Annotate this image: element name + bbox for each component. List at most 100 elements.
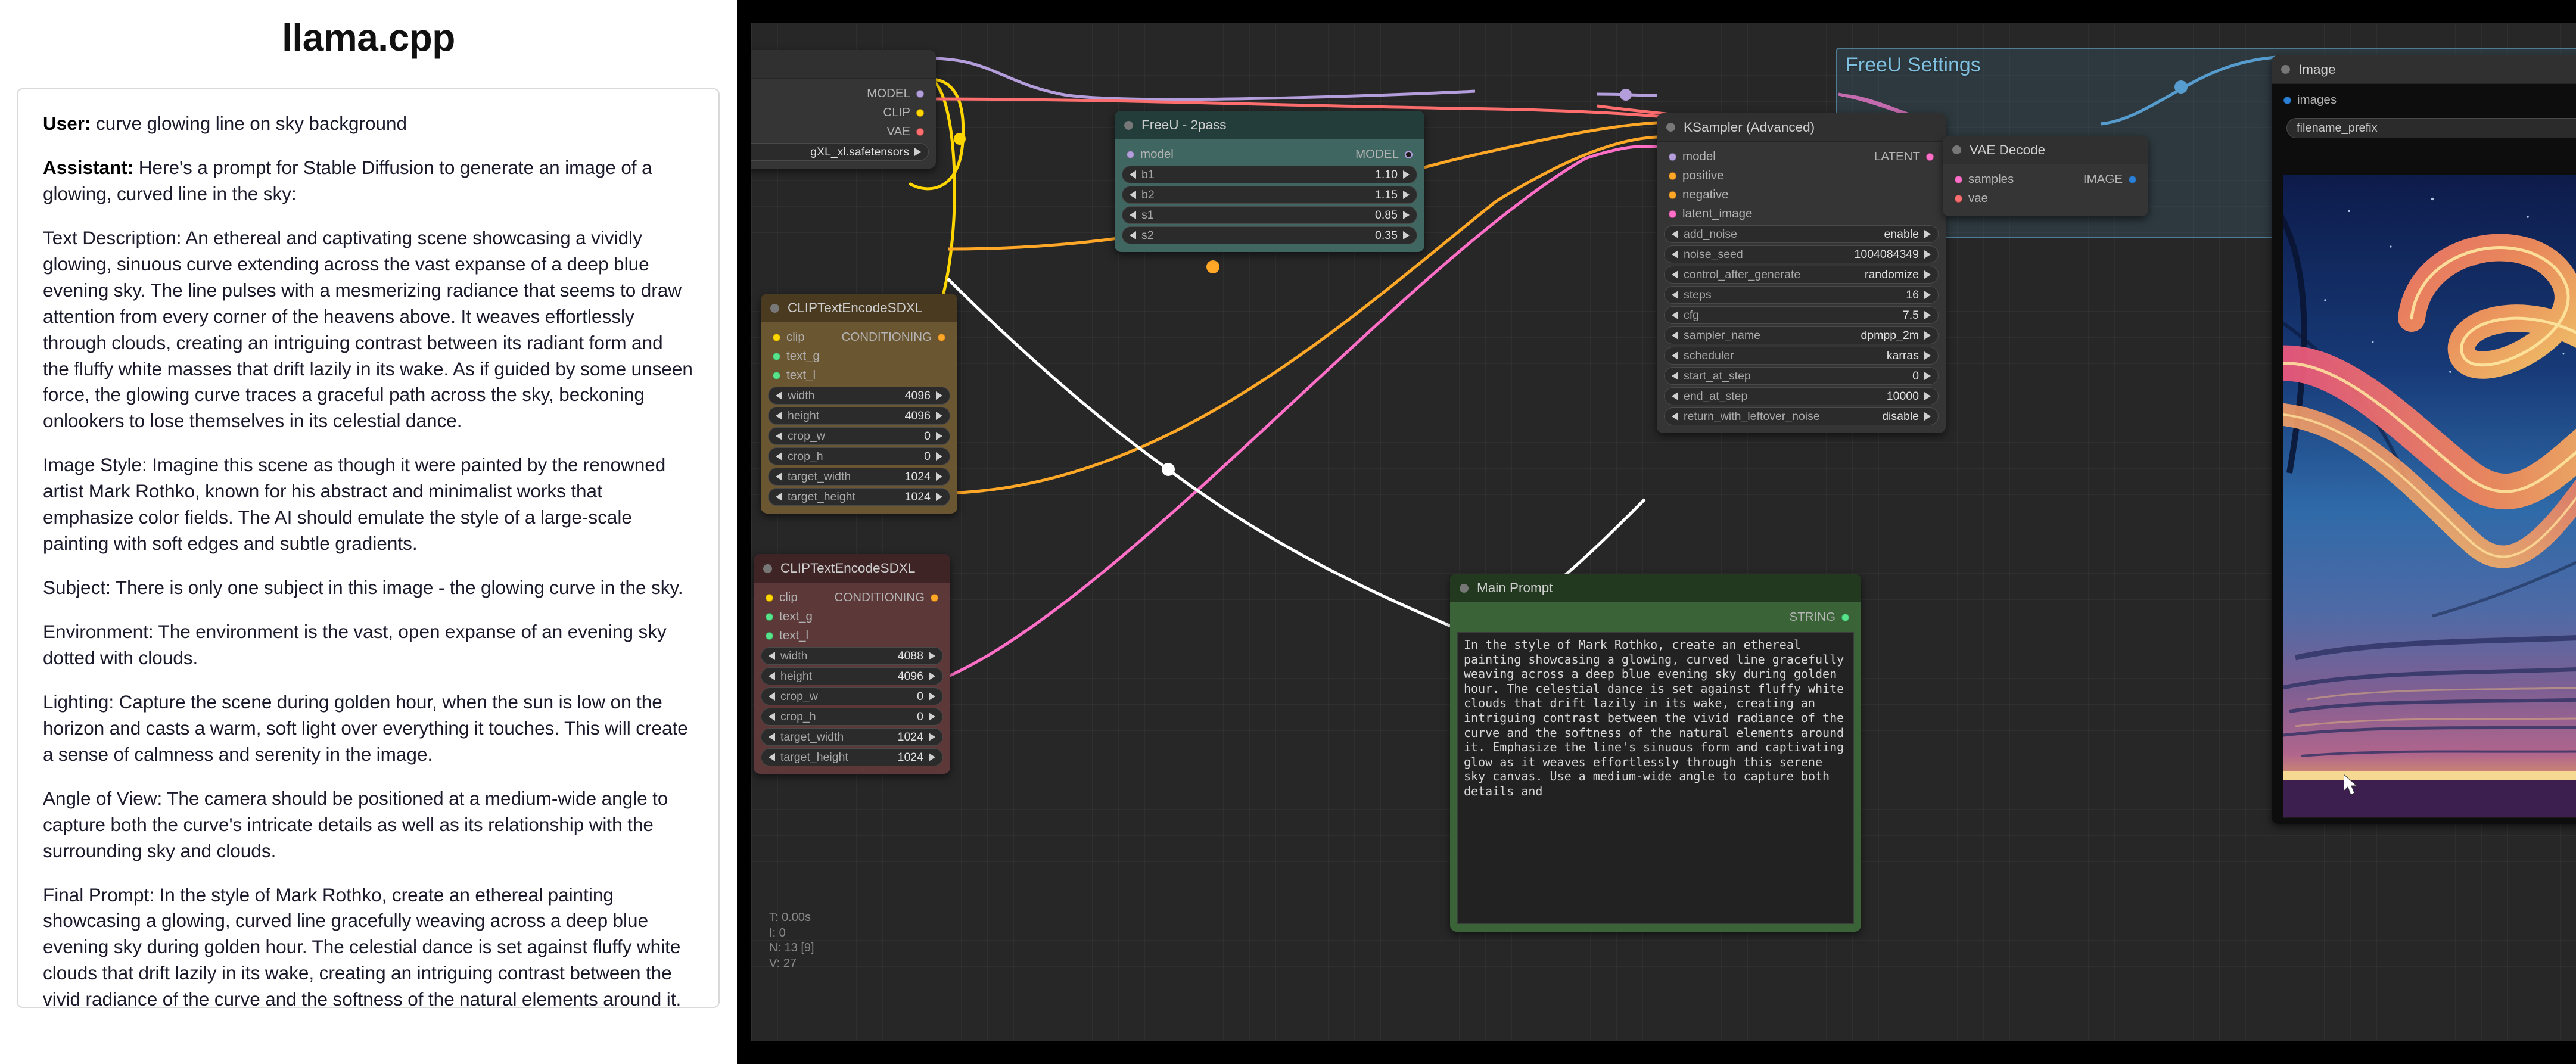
collapse-dot-icon[interactable]	[1124, 120, 1133, 130]
slot-row-clip[interactable]: clip CONDITIONING	[754, 589, 950, 606]
output-slot-clip[interactable]: CLIP	[751, 104, 936, 122]
slot-row-negative[interactable]: negative	[1657, 186, 1946, 204]
slot-row-latent-image[interactable]: latent_image	[1657, 205, 1946, 223]
widget-width[interactable]: width 4096	[768, 387, 950, 405]
port-input-vae[interactable]	[1955, 194, 1962, 203]
widget-steps[interactable]: steps 16	[1664, 286, 1939, 304]
decrement-arrow-icon[interactable]	[1672, 392, 1678, 400]
decrement-arrow-icon[interactable]	[1130, 231, 1136, 239]
node-ksampler-advanced[interactable]: KSampler (Advanced) model LATENT positiv…	[1657, 113, 1946, 433]
widget-crop-w[interactable]: crop_w 0	[761, 687, 943, 705]
node-main-prompt[interactable]: Main Prompt STRING In the style of Mark …	[1450, 574, 1861, 932]
node-freeu-2pass[interactable]: FreeU - 2pass model MODEL b1 1.10 b2 1.15	[1115, 111, 1424, 252]
slot-row-text-g[interactable]: text_g	[761, 347, 957, 365]
widget-sampler-name[interactable]: sampler_name dpmpp_2m	[1664, 326, 1939, 344]
increment-arrow-icon[interactable]	[1924, 412, 1931, 421]
port-input-images[interactable]	[2283, 96, 2291, 104]
slot-row-images[interactable]: images	[2272, 91, 2576, 109]
port-output-conditioning[interactable]	[938, 333, 945, 341]
port-input-latent-image[interactable]	[1669, 210, 1676, 218]
widget-b1[interactable]: b1 1.10	[1122, 166, 1417, 183]
widget-start-at-step[interactable]: start_at_step 0	[1664, 367, 1939, 385]
widget-target-height[interactable]: target_height 1024	[761, 748, 943, 766]
node-title-bar[interactable]: Main Prompt	[1450, 574, 1861, 602]
increment-arrow-icon[interactable]	[1403, 191, 1410, 199]
widget-ckpt-name[interactable]: gXL_xl.safetensors	[751, 143, 929, 161]
slot-row-positive[interactable]: positive	[1657, 167, 1946, 185]
port-input-samples[interactable]	[1955, 175, 1962, 183]
widget-scheduler[interactable]: scheduler karras	[1664, 347, 1939, 365]
port-input-positive[interactable]	[1669, 172, 1676, 180]
collapse-dot-icon[interactable]	[1952, 145, 1961, 154]
increment-arrow-icon[interactable]	[1403, 231, 1410, 239]
widget-crop-h[interactable]: crop_h 0	[768, 447, 950, 465]
decrement-arrow-icon[interactable]	[769, 672, 775, 680]
decrement-arrow-icon[interactable]	[776, 472, 782, 481]
widget-return-with-leftover-noise[interactable]: return_with_leftover_noise disable	[1664, 407, 1939, 425]
main-prompt-textarea[interactable]: In the style of Mark Rothko, create an e…	[1457, 632, 1854, 924]
widget-target-height[interactable]: target_height 1024	[768, 488, 950, 506]
collapse-dot-icon[interactable]	[763, 564, 772, 573]
decrement-arrow-icon[interactable]	[1672, 250, 1678, 259]
increment-arrow-icon[interactable]	[936, 472, 942, 481]
decrement-arrow-icon[interactable]	[1672, 331, 1678, 340]
generated-image-preview[interactable]	[2283, 175, 2576, 818]
increment-arrow-icon[interactable]	[936, 452, 942, 461]
slot-row-clip[interactable]: clip CONDITIONING	[761, 328, 957, 346]
node-title-bar[interactable]: KSampler (Advanced)	[1657, 113, 1946, 142]
port-input-text-g[interactable]	[773, 352, 780, 360]
node-title-bar[interactable]	[751, 50, 936, 79]
decrement-arrow-icon[interactable]	[1672, 270, 1678, 279]
increment-arrow-icon[interactable]	[929, 733, 935, 741]
widget-noise-seed[interactable]: noise_seed 1004084349	[1664, 245, 1939, 263]
increment-arrow-icon[interactable]	[929, 672, 935, 680]
slot-row-text-g[interactable]: text_g	[754, 608, 950, 626]
port-vae[interactable]	[916, 127, 924, 136]
slot-row-text-l[interactable]: text_l	[761, 366, 957, 384]
port-input-text-l[interactable]	[773, 371, 780, 379]
slot-row-vae[interactable]: vae	[1943, 189, 2148, 207]
widget-height[interactable]: height 4096	[768, 407, 950, 425]
node-title-bar[interactable]: CLIPTextEncodeSDXL	[761, 294, 957, 322]
output-slot-vae[interactable]: VAE	[751, 123, 936, 141]
decrement-arrow-icon[interactable]	[1130, 211, 1136, 219]
decrement-arrow-icon[interactable]	[776, 412, 782, 420]
port-clip[interactable]	[916, 108, 924, 117]
decrement-arrow-icon[interactable]	[1130, 191, 1136, 199]
widget-cfg[interactable]: cfg 7.5	[1664, 306, 1939, 324]
node-title-bar[interactable]: VAE Decode	[1943, 136, 2148, 164]
decrement-arrow-icon[interactable]	[769, 652, 775, 660]
increment-arrow-icon[interactable]	[1924, 230, 1931, 238]
slot-row-text-l[interactable]: text_l	[754, 627, 950, 645]
decrement-arrow-icon[interactable]	[769, 692, 775, 701]
widget-crop-h[interactable]: crop_h 0	[761, 708, 943, 726]
increment-arrow-icon[interactable]	[929, 753, 935, 761]
slot-row-string-output[interactable]: STRING	[1450, 608, 1861, 626]
slot-row-model[interactable]: model LATENT	[1657, 148, 1946, 166]
decrement-arrow-icon[interactable]	[776, 391, 782, 400]
widget-s2[interactable]: s2 0.35	[1122, 226, 1417, 244]
widget-s1[interactable]: s1 0.85	[1122, 206, 1417, 224]
output-slot-model[interactable]: MODEL	[751, 85, 936, 102]
port-input-text-l[interactable]	[766, 631, 773, 640]
node-title-bar[interactable]: Image	[2272, 55, 2576, 84]
port-output-latent[interactable]	[1926, 153, 1934, 161]
decrement-arrow-icon[interactable]	[1130, 170, 1136, 179]
port-output-string[interactable]	[1841, 613, 1849, 621]
slot-row-samples[interactable]: samples IMAGE	[1943, 170, 2148, 188]
increment-arrow-icon[interactable]	[1924, 291, 1931, 299]
decrement-arrow-icon[interactable]	[769, 713, 775, 721]
increment-arrow-icon[interactable]	[936, 493, 942, 501]
increment-arrow-icon[interactable]	[1403, 211, 1410, 219]
port-input-model[interactable]	[1669, 153, 1676, 161]
widget-target-width[interactable]: target_width 1024	[768, 468, 950, 486]
node-title-bar[interactable]: FreeU - 2pass	[1115, 111, 1424, 139]
decrement-arrow-icon[interactable]	[769, 733, 775, 741]
increment-arrow-icon[interactable]	[1924, 372, 1931, 380]
decrement-arrow-icon[interactable]	[1672, 372, 1678, 380]
decrement-arrow-icon[interactable]	[776, 432, 782, 440]
collapse-dot-icon[interactable]	[2281, 65, 2290, 74]
increment-arrow-icon[interactable]	[1924, 331, 1931, 340]
collapse-dot-icon[interactable]	[770, 303, 779, 313]
node-clip-text-encode-sdxl-positive[interactable]: CLIPTextEncodeSDXL clip CONDITIONING tex…	[761, 294, 957, 514]
